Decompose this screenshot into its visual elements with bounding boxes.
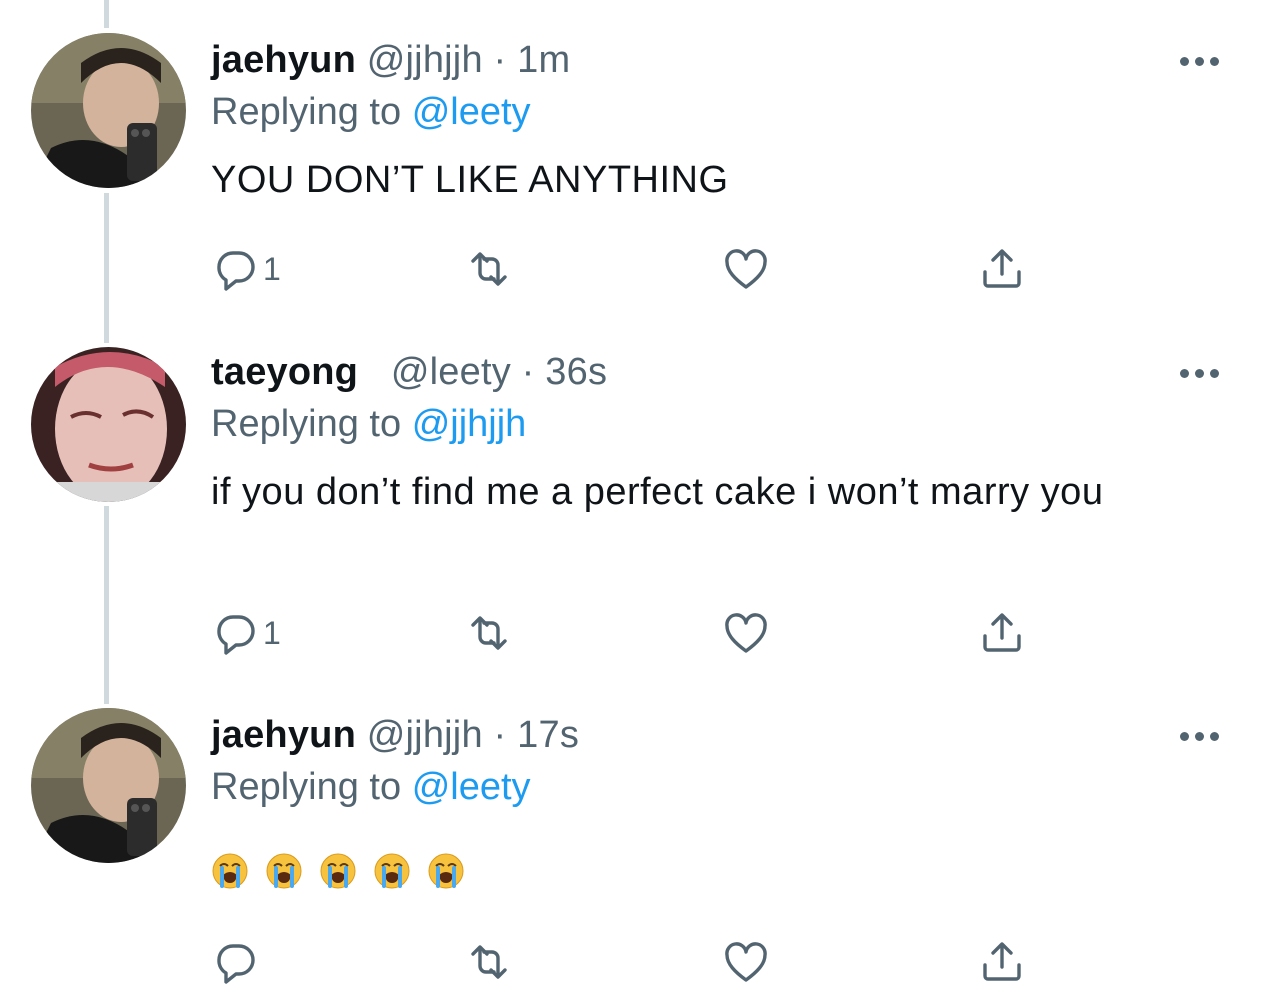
- profile-photo-icon: [31, 347, 186, 502]
- tweet-header: jaehyun @jjhjjh · 1m: [211, 36, 570, 84]
- tweet-text: YOU DON’T LIKE ANYTHING: [211, 159, 729, 201]
- tweet-header: jaehyun @jjhjjh · 17s: [211, 711, 579, 759]
- reply-button[interactable]: 1: [211, 608, 281, 658]
- share-button[interactable]: [977, 244, 1027, 294]
- display-name[interactable]: jaehyun: [211, 39, 356, 81]
- profile-photo-icon: [31, 33, 186, 188]
- like-button[interactable]: [721, 244, 771, 294]
- reply-icon: [211, 244, 261, 294]
- tweet-1[interactable]: jaehyun @jjhjjh · 1m Replying to @leety …: [0, 0, 1283, 340]
- tweet-3[interactable]: jaehyun @jjhjjh · 17s Replying to @leety…: [0, 700, 1283, 998]
- heart-icon: [721, 608, 771, 658]
- share-button[interactable]: [977, 608, 1027, 658]
- replying-to: Replying to @leety: [211, 88, 531, 136]
- mention-link[interactable]: @jjhjjh: [412, 403, 527, 445]
- separator-dot: ·: [493, 39, 507, 81]
- reply-count: 1: [263, 250, 281, 287]
- replying-to: Replying to @leety: [211, 763, 531, 811]
- retweet-icon: [464, 244, 514, 294]
- user-handle[interactable]: @jjhjjh: [367, 714, 483, 756]
- avatar[interactable]: [31, 347, 186, 502]
- avatar[interactable]: [31, 33, 186, 188]
- tweet-actions: [211, 937, 1111, 987]
- retweet-button[interactable]: [464, 608, 514, 658]
- more-icon[interactable]: [1180, 729, 1224, 743]
- crying-emoji-icon: 😭: [211, 852, 249, 890]
- more-icon[interactable]: [1180, 366, 1224, 380]
- crying-emoji-icon: 😭: [373, 852, 411, 890]
- share-button[interactable]: [977, 937, 1027, 987]
- separator-dot: ·: [493, 714, 507, 756]
- timestamp[interactable]: 1m: [517, 39, 570, 81]
- retweet-button[interactable]: [464, 937, 514, 987]
- retweet-button[interactable]: [464, 244, 514, 294]
- crying-emoji-icon: 😭: [319, 852, 357, 890]
- user-handle[interactable]: @leety: [391, 351, 511, 393]
- heart-icon: [721, 937, 771, 987]
- tweet-2[interactable]: taeyong @leety · 36s Replying to @jjhjjh…: [0, 340, 1283, 700]
- like-button[interactable]: [721, 608, 771, 658]
- replying-prefix: Replying to: [211, 403, 402, 445]
- reply-count: 1: [263, 614, 281, 651]
- avatar[interactable]: [31, 708, 186, 863]
- mention-link[interactable]: @leety: [412, 766, 531, 808]
- reply-icon: [211, 608, 261, 658]
- like-button[interactable]: [721, 937, 771, 987]
- share-icon: [977, 244, 1027, 294]
- separator-dot: ·: [521, 351, 535, 393]
- more-icon[interactable]: [1180, 54, 1224, 68]
- tweet-header: taeyong @leety · 36s: [211, 348, 607, 396]
- retweet-icon: [464, 937, 514, 987]
- timestamp[interactable]: 17s: [517, 714, 579, 756]
- tweet-text: if you don’t find me a perfect cake i wo…: [211, 471, 1104, 513]
- replying-prefix: Replying to: [211, 766, 402, 808]
- tweet-actions: 1: [211, 244, 1111, 294]
- reply-button[interactable]: 1: [211, 244, 281, 294]
- display-name[interactable]: jaehyun: [211, 714, 356, 756]
- replying-to: Replying to @jjhjjh: [211, 400, 526, 448]
- profile-photo-icon: [31, 708, 186, 863]
- timestamp[interactable]: 36s: [545, 351, 607, 393]
- emoji-row: 😭 😭 😭 😭 😭: [211, 852, 465, 890]
- crying-emoji-icon: 😭: [427, 852, 465, 890]
- reply-icon: [211, 937, 261, 987]
- heart-icon: [721, 244, 771, 294]
- share-icon: [977, 937, 1027, 987]
- reply-button[interactable]: [211, 937, 261, 987]
- retweet-icon: [464, 608, 514, 658]
- tweet-actions: 1: [211, 608, 1111, 658]
- mention-link[interactable]: @leety: [412, 91, 531, 133]
- display-name[interactable]: taeyong: [211, 351, 358, 393]
- crying-emoji-icon: 😭: [265, 852, 303, 890]
- share-icon: [977, 608, 1027, 658]
- user-handle[interactable]: @jjhjjh: [367, 39, 483, 81]
- replying-prefix: Replying to: [211, 91, 402, 133]
